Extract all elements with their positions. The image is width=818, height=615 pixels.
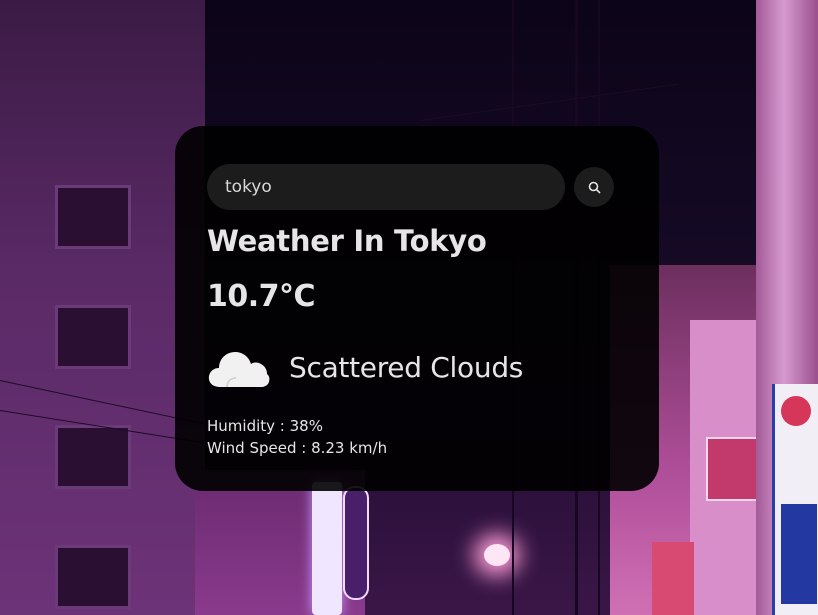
shop-sign — [706, 437, 762, 501]
hotel-sign — [343, 486, 369, 600]
hotel-sign — [312, 482, 342, 615]
search-icon — [588, 181, 600, 193]
temperature: 10.7°C — [207, 279, 316, 314]
building-window — [55, 185, 131, 249]
weather-condition: Scattered Clouds — [207, 343, 627, 393]
weather-details: Humidity : 38% Wind Speed : 8.23 km/h — [207, 415, 627, 459]
building-window — [55, 425, 131, 489]
building-window — [55, 305, 131, 369]
humidity-text: Humidity : 38% — [207, 417, 323, 435]
building-window — [55, 545, 131, 609]
weather-card: Weather In Tokyo 10.7°C Scattered Clouds… — [175, 126, 659, 491]
search-input[interactable] — [207, 164, 565, 210]
shop-sign — [652, 542, 694, 615]
weather-description: Scattered Clouds — [289, 351, 524, 384]
search-bar — [207, 164, 627, 210]
pole-advertisement — [772, 384, 818, 615]
wind-speed-text: Wind Speed : 8.23 km/h — [207, 439, 388, 457]
cloud-icon — [208, 352, 270, 388]
pole-sign-logo — [781, 396, 811, 426]
street-lamp — [484, 544, 510, 566]
pole-sign-panel — [781, 504, 817, 604]
city-title: Weather In Tokyo — [207, 224, 487, 258]
search-button[interactable] — [574, 167, 614, 207]
